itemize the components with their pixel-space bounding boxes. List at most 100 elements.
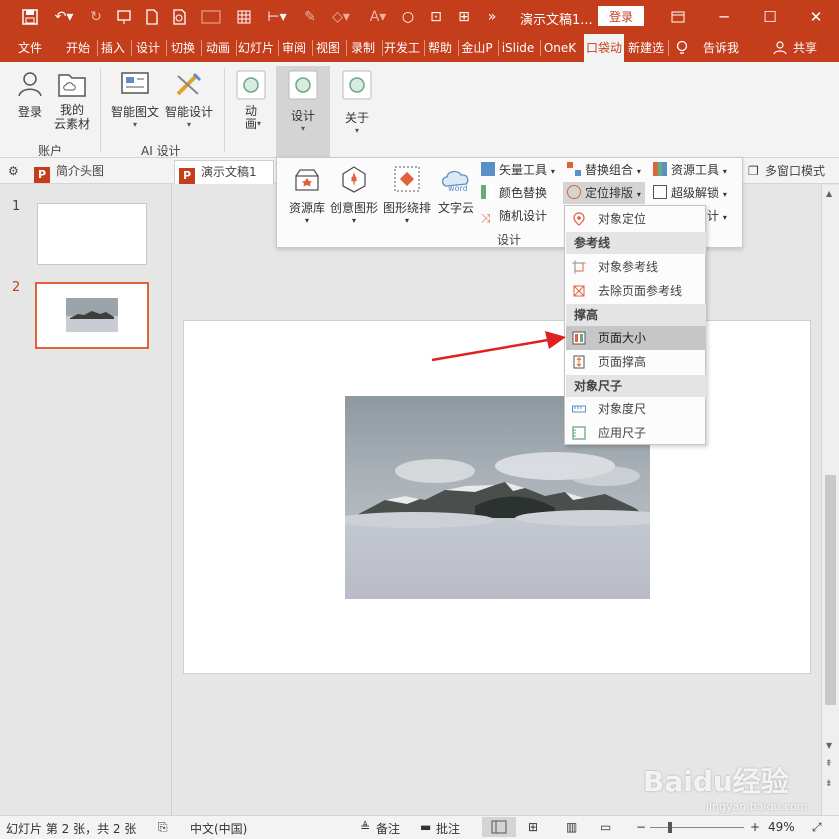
tab-design[interactable]: 设计 [132,34,164,62]
tab-animations[interactable]: 动画 [202,34,234,62]
settings-icon[interactable]: ⚙ [8,160,19,184]
tab-review[interactable]: 审阅 [278,34,310,62]
menu-item-object-locate[interactable]: 对象定位 [566,207,706,231]
fill-icon[interactable]: ◇▾ [326,7,356,27]
picture-icon[interactable] [198,7,224,27]
zoom-level[interactable]: 49% [768,820,795,834]
smart-design-button[interactable]: 智能设计 ▾ [162,70,216,129]
zoom-out-icon[interactable]: − [636,820,646,834]
tab-help[interactable]: 帮助 [424,34,456,62]
next-slide-icon[interactable]: ⇟ [825,779,833,789]
slide-thumbnail-2[interactable] [35,282,149,349]
tab-insert[interactable]: 插入 [98,34,128,62]
animation-button[interactable]: 动 画 ▾ [234,70,268,131]
comments-icon[interactable]: ▬ [420,820,431,834]
scroll-down-icon[interactable]: ▼ [826,741,832,750]
tell-me-search[interactable]: 告诉我 [698,34,744,62]
slideshow-view-icon[interactable]: ▭ [600,820,611,834]
slide-sorter-icon[interactable]: ⊞ [528,820,538,834]
maximize-icon[interactable]: ☐ [758,6,782,28]
replace-combine-button[interactable]: 替换组合 ▾ [567,159,641,181]
menu-item-page-stretch[interactable]: 页面撑高 [566,350,706,374]
super-unlock-button[interactable]: 超级解锁 ▾ [653,182,727,204]
multi-window-icon[interactable]: ❐ [748,160,759,184]
undo-icon[interactable]: ↶▾ [50,7,78,27]
eyedropper-icon[interactable]: ✎ [300,7,320,27]
tab-pocket-animation[interactable]: 口袋动 [584,34,624,62]
tab-onekey[interactable]: OneK [540,34,580,62]
save-icon[interactable] [20,7,40,27]
word-cloud-button[interactable]: word 文字云 [433,164,479,216]
menu-item-apply-ruler[interactable]: 应用尺子 [566,421,706,445]
tab-developer[interactable]: 开发工 [382,34,422,62]
minimize-icon[interactable]: ─ [712,6,736,28]
tab-file[interactable]: 文件 [12,34,48,62]
tab-islide[interactable]: iSlide [498,34,538,62]
circle-shape-icon[interactable]: ○ [398,7,418,27]
ribbon-login-button[interactable]: 登录 [10,70,50,120]
position-layout-button[interactable]: 定位排版 ▾ [563,182,645,204]
tab-record[interactable]: 录制 [346,34,380,62]
tab-kingsoft[interactable]: 金山P [458,34,496,62]
reading-view-icon[interactable]: ▥ [566,820,577,834]
my-cloud-material-button[interactable]: 我的 云素材 [52,70,92,131]
design-dropdown-button[interactable]: 设计 ▾ [276,66,330,158]
smart-graphic-button[interactable]: 智能图文 ▾ [108,70,162,129]
tab-new-tab[interactable]: 新建选 [626,34,666,62]
previous-slide-icon[interactable]: ⇞ [825,759,833,769]
notes-button[interactable]: 备注 [376,820,400,837]
resource-library-button[interactable]: 资源库 ▾ [283,164,331,225]
tab-slideshow[interactable]: 幻灯片 [236,34,276,62]
doc-tab-intro[interactable]: P 简介头图 [34,160,164,184]
slide-number-1: 1 [12,199,21,214]
multi-window-mode[interactable]: 多窗口模式 [765,160,825,184]
vector-tools-button[interactable]: 矢量工具 ▾ [481,159,555,181]
share-button[interactable]: 共享 [790,34,820,62]
color-replace-button[interactable]: 颜色替换 [481,182,547,204]
spellcheck-icon[interactable]: ⎘ [158,820,168,835]
lightbulb-icon[interactable] [672,34,692,62]
font-color-icon[interactable]: A▾ [364,7,392,27]
tab-view[interactable]: 视图 [312,34,344,62]
design-submenu-partial[interactable]: 计 ▾ [707,205,727,227]
menu-item-page-size[interactable]: 页面大小 [566,326,706,350]
tab-transitions[interactable]: 切换 [167,34,199,62]
menu-item-object-reference-line[interactable]: 对象参考线 [566,255,706,279]
more-icon[interactable]: » [482,7,502,27]
comments-button[interactable]: 批注 [436,820,460,837]
login-button[interactable]: 登录 [598,6,644,26]
zoom-slider[interactable] [650,827,744,828]
menu-item-object-ruler[interactable]: 对象度尺 [566,397,706,421]
menu-item-remove-page-reference-line[interactable]: 去除页面参考线 [566,279,706,303]
print-preview-icon[interactable] [170,7,190,27]
about-button[interactable]: 关于 ▾ [340,70,374,135]
zoom-slider-thumb[interactable] [668,822,672,833]
doc-tab-presentation1[interactable]: P 演示文稿1 [174,160,274,184]
random-design-button[interactable]: ⤨ 随机设计 [481,205,547,227]
creative-shape-button[interactable]: 创意图形 ▾ [329,164,379,225]
shape-wrap-button[interactable]: 图形绕排 ▾ [381,164,433,225]
notes-icon[interactable]: ≜ [360,820,370,834]
slideshow-icon[interactable] [114,7,134,27]
fit-to-window-icon[interactable]: ⤢ [812,820,822,835]
zoom-in-icon[interactable]: + [750,820,760,834]
view-icon[interactable]: ⊞ [454,7,474,27]
language-status[interactable]: 中文(中国) [190,820,247,837]
target-icon [567,185,581,199]
slide-thumbnail-1[interactable] [37,203,147,265]
tab-home[interactable]: 开始 [62,34,94,62]
ribbon-display-icon[interactable] [666,6,690,28]
grid-icon[interactable] [234,7,254,27]
redo-icon[interactable]: ↻ [86,7,106,27]
scroll-up-icon[interactable]: ▲ [826,189,832,198]
close-icon[interactable]: ✕ [804,6,828,28]
align-icon[interactable]: ⊢▾ [262,7,292,27]
crop-icon[interactable]: ⊡ [426,7,446,27]
vertical-scrollbar[interactable]: ▲ ▼ ⇞ ⇟ [821,185,839,815]
share-user-icon[interactable] [770,34,790,62]
new-file-icon[interactable] [142,7,162,27]
creative-shape-icon [342,166,366,193]
resource-tools-button[interactable]: 资源工具 ▾ [653,159,727,181]
normal-view-button[interactable] [482,817,516,837]
scroll-thumb[interactable] [825,475,836,705]
